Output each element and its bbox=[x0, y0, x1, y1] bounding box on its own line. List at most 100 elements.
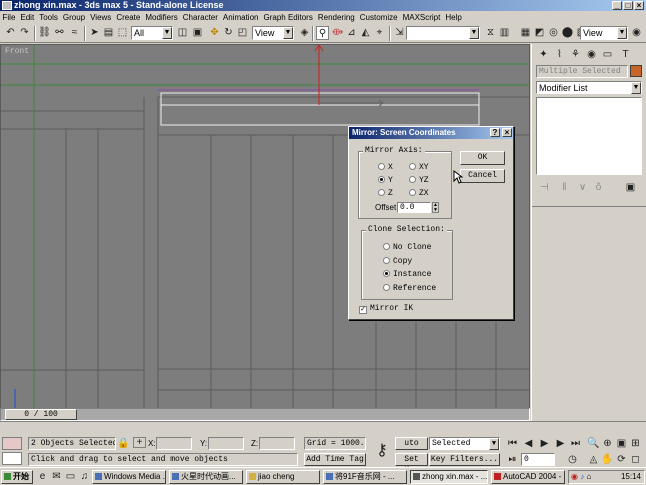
offset-input[interactable]: 0.0 bbox=[397, 202, 431, 213]
utilities-tab-icon[interactable]: T bbox=[619, 48, 632, 62]
task-music-web[interactable]: 将91F音乐网 - ... bbox=[323, 470, 407, 484]
menu-customize[interactable]: Customize bbox=[357, 11, 400, 24]
axis-y-radio[interactable]: Y bbox=[378, 176, 393, 185]
time-slider-thumb[interactable]: 0 / 100 bbox=[5, 409, 77, 420]
task-windows-media[interactable]: Windows Media ... bbox=[92, 470, 166, 484]
current-frame-field[interactable]: 0 bbox=[521, 453, 555, 466]
zoom-extents-icon[interactable]: ▣ bbox=[615, 437, 628, 451]
window-crossing-icon[interactable]: ◫ bbox=[176, 26, 189, 40]
redo-icon[interactable]: ↷ bbox=[18, 26, 31, 40]
quicklaunch-outlook-icon[interactable]: ✉ bbox=[50, 470, 63, 484]
go-to-start-icon[interactable]: ⏮ bbox=[506, 437, 519, 451]
quick-render-icon[interactable]: ◉ bbox=[630, 26, 643, 40]
task-mars-animation[interactable]: 火星时代动画... bbox=[169, 470, 243, 484]
object-color-swatch[interactable] bbox=[630, 65, 642, 77]
quicklaunch-desktop-icon[interactable]: ▭ bbox=[64, 470, 77, 484]
mirror-icon[interactable]: ⚲ bbox=[316, 26, 329, 40]
key-mode-dropdown[interactable]: Selected ▼ bbox=[429, 437, 500, 450]
menu-graph-editors[interactable]: Graph Editors bbox=[261, 11, 315, 24]
menu-animation[interactable]: Animation bbox=[220, 11, 261, 24]
menu-create[interactable]: Create bbox=[114, 11, 143, 24]
snapshot-icon[interactable]: ◭ bbox=[359, 26, 372, 40]
zoom-extents-all-icon[interactable]: ⊞ bbox=[629, 437, 642, 451]
y-coord-field[interactable] bbox=[208, 437, 244, 450]
track-view-icon[interactable]: ▦ bbox=[519, 26, 532, 40]
named-selection-icon[interactable]: ⇲ bbox=[393, 26, 406, 40]
offset-spinner[interactable]: ▲ ▼ bbox=[432, 202, 439, 213]
menu-maxscript[interactable]: MAXScript bbox=[400, 11, 443, 24]
create-tab-icon[interactable]: ✦ bbox=[537, 48, 550, 62]
key-filters-button[interactable]: Key Filters... bbox=[429, 453, 500, 466]
menu-help[interactable]: Help bbox=[443, 11, 464, 24]
pin-stack-icon[interactable]: ⊣ bbox=[538, 181, 551, 195]
select-by-name-icon[interactable]: ▤ bbox=[102, 26, 115, 40]
start-button[interactable]: 开始 bbox=[1, 470, 33, 484]
no-clone-radio[interactable]: No Clone bbox=[383, 243, 431, 252]
arc-rotate-icon[interactable]: ⟳ bbox=[615, 453, 628, 467]
auto-key-button[interactable]: uto Key bbox=[395, 437, 428, 450]
display-tab-icon[interactable]: ▭ bbox=[601, 48, 614, 62]
unlink-icon[interactable]: ⚯ bbox=[53, 26, 66, 40]
axis-xy-radio[interactable]: XY bbox=[409, 163, 429, 172]
mirror-tool-icon[interactable]: ⧖ bbox=[484, 26, 497, 40]
menu-tools[interactable]: Tools bbox=[37, 11, 61, 24]
add-time-tag-button[interactable]: Add Time Tag bbox=[304, 453, 366, 466]
go-to-end-icon[interactable]: ⏭ bbox=[569, 437, 582, 451]
close-button[interactable]: × bbox=[634, 1, 644, 10]
next-frame-icon[interactable]: ▶ bbox=[554, 437, 567, 451]
undo-icon[interactable]: ↶ bbox=[4, 26, 17, 40]
maxscript-listener-pink[interactable] bbox=[2, 437, 22, 450]
menu-edit[interactable]: Edit bbox=[18, 11, 37, 24]
modify-tab-icon[interactable]: ⌇ bbox=[553, 48, 566, 62]
mirror-ik-checkbox[interactable]: ✓ Mirror IK bbox=[359, 304, 413, 314]
select-and-move-icon[interactable]: ✥ bbox=[208, 26, 221, 40]
instance-radio[interactable]: Instance bbox=[383, 270, 431, 279]
curve-editor-icon[interactable]: ◩ bbox=[533, 26, 546, 40]
align-tool-icon[interactable]: ▥ bbox=[498, 26, 511, 40]
menu-modifiers[interactable]: Modifiers bbox=[143, 11, 180, 24]
tray-icon[interactable]: ◉ bbox=[571, 472, 578, 481]
select-and-scale-icon[interactable]: ◰ bbox=[236, 26, 249, 40]
reference-coord-dropdown[interactable]: View ▼ bbox=[252, 26, 294, 40]
maxscript-listener-white[interactable] bbox=[2, 452, 22, 465]
select-and-link-icon[interactable]: ⛓ bbox=[38, 26, 51, 40]
cancel-button[interactable]: Cancel bbox=[460, 169, 505, 183]
region-select-icon[interactable]: ⬚ bbox=[116, 26, 129, 40]
axis-z-radio[interactable]: Z bbox=[378, 189, 393, 198]
named-selection-dropdown[interactable]: ▼ bbox=[406, 26, 480, 40]
modifier-list-dropdown[interactable]: Modifier List ▼ bbox=[536, 81, 642, 94]
modifier-stack-list[interactable] bbox=[536, 97, 642, 175]
menu-rendering[interactable]: Rendering bbox=[315, 11, 357, 24]
zoom-all-icon[interactable]: ⊕ bbox=[601, 437, 614, 451]
ok-button[interactable]: OK bbox=[460, 151, 505, 165]
key-icon[interactable]: ⚷ bbox=[371, 439, 393, 463]
zoom-icon[interactable]: 🔍 bbox=[587, 437, 600, 451]
make-unique-icon[interactable]: ∨ bbox=[576, 181, 589, 195]
axis-x-radio[interactable]: X bbox=[378, 163, 393, 172]
configure-modifier-sets-icon[interactable]: ▣ bbox=[624, 181, 637, 195]
motion-tab-icon[interactable]: ◉ bbox=[585, 48, 598, 62]
menu-group[interactable]: Group bbox=[60, 11, 87, 24]
array-icon[interactable]: ⊿ bbox=[345, 26, 358, 40]
lock-selection-icon[interactable]: 🔒 bbox=[117, 437, 130, 451]
minimize-button[interactable]: _ bbox=[612, 1, 622, 10]
time-config-icon[interactable]: ◷ bbox=[566, 453, 579, 467]
task-3dsmax[interactable]: zhong xin.max - ... bbox=[410, 470, 488, 484]
dialog-close-button[interactable]: × bbox=[502, 128, 512, 137]
select-icon[interactable]: ➤ bbox=[88, 26, 101, 40]
menu-file[interactable]: File bbox=[0, 11, 18, 24]
volume-icon[interactable]: ♪ bbox=[580, 472, 584, 481]
remove-modifier-icon[interactable]: ǒ bbox=[592, 181, 605, 195]
z-coord-field[interactable] bbox=[259, 437, 295, 450]
reference-radio[interactable]: Reference bbox=[383, 284, 436, 293]
task-autocad[interactable]: AutoCAD 2004 - ... bbox=[491, 470, 565, 484]
menu-character[interactable]: Character bbox=[180, 11, 220, 24]
axis-yz-radio[interactable]: YZ bbox=[409, 176, 429, 185]
x-coord-field[interactable] bbox=[156, 437, 192, 450]
play-icon[interactable]: ▶ bbox=[538, 437, 551, 451]
dialog-help-button[interactable]: ? bbox=[490, 128, 500, 137]
hierarchy-tab-icon[interactable]: ⚘ bbox=[569, 48, 582, 62]
select-window-icon[interactable]: ▣ bbox=[191, 26, 204, 40]
schematic-view-icon[interactable]: ◎ bbox=[547, 26, 560, 40]
bind-space-warp-icon[interactable]: ≈ bbox=[68, 26, 81, 40]
